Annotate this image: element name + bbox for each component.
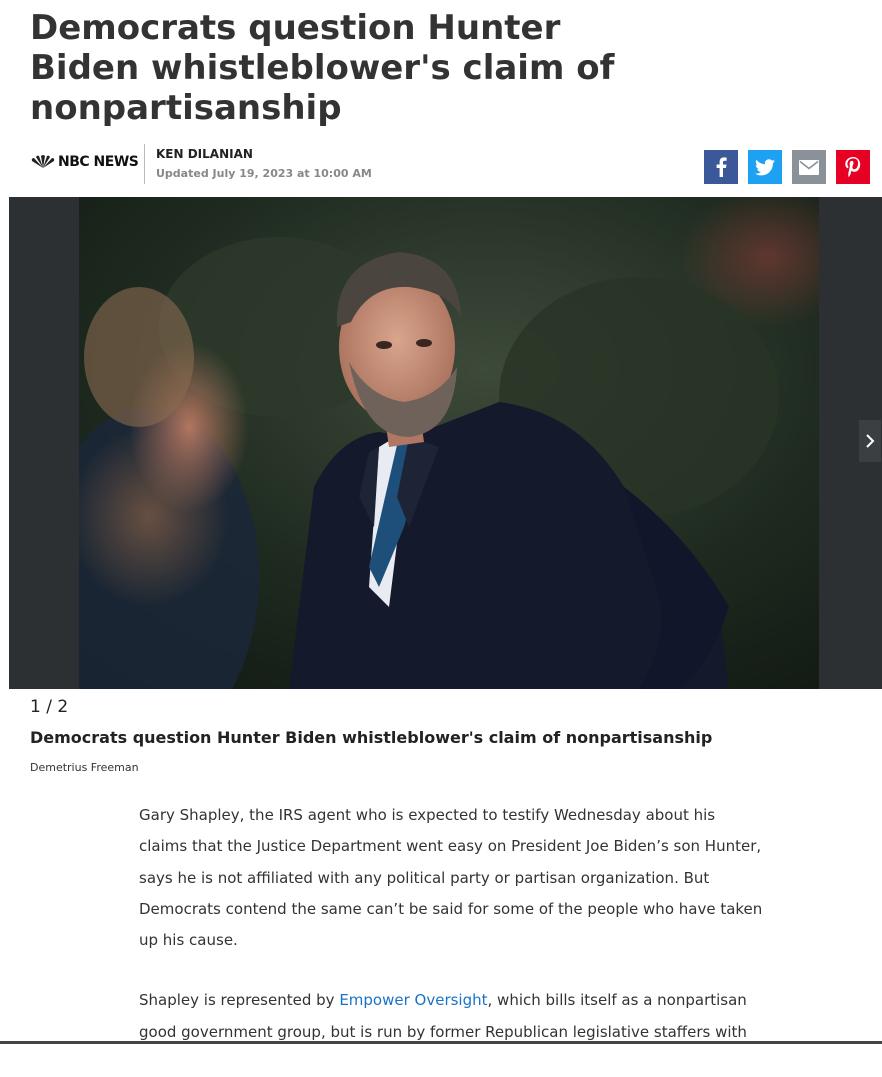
- peacock-icon: [31, 155, 55, 168]
- byline-row: NBC NEWS KEN DILANIAN Updated July 19, 2…: [30, 144, 870, 186]
- author-name[interactable]: KEN DILANIAN: [156, 147, 253, 161]
- share-bar: [704, 150, 870, 184]
- paragraph-text: Shapley is represented by: [139, 991, 340, 1010]
- gallery-next-button[interactable]: [859, 420, 881, 462]
- brand-name: NBC NEWS: [58, 154, 139, 170]
- facebook-icon: [716, 157, 727, 177]
- photo-gallery: [9, 197, 882, 689]
- chevron-right-icon: [866, 434, 875, 448]
- share-facebook-button[interactable]: [704, 150, 738, 184]
- portrait-photo: [79, 197, 819, 689]
- share-twitter-button[interactable]: [748, 150, 782, 184]
- email-icon: [799, 159, 819, 175]
- share-email-button[interactable]: [792, 150, 826, 184]
- empower-oversight-link[interactable]: Empower Oversight: [339, 991, 487, 1009]
- nbc-news-logo[interactable]: NBC NEWS: [30, 154, 139, 170]
- article-paragraph: Shapley is represented by Empower Oversi…: [139, 985, 764, 1048]
- photo-caption: Democrats question Hunter Biden whistleb…: [30, 728, 713, 747]
- article-paragraph: Gary Shapley, the IRS agent who is expec…: [139, 806, 763, 950]
- pinterest-icon: [845, 157, 861, 177]
- byline-divider: [144, 144, 145, 184]
- photo-credit: Demetrius Freeman: [30, 761, 139, 774]
- gallery-photo[interactable]: [79, 197, 819, 689]
- gallery-counter: 1 / 2: [30, 697, 69, 717]
- twitter-icon: [755, 158, 775, 175]
- updated-timestamp: Updated July 19, 2023 at 10:00 AM: [156, 167, 372, 180]
- share-pinterest-button[interactable]: [836, 150, 870, 184]
- article-body: Gary Shapley, the IRS agent who is expec…: [139, 800, 764, 1077]
- article-headline: Democrats question Hunter Biden whistleb…: [30, 8, 615, 128]
